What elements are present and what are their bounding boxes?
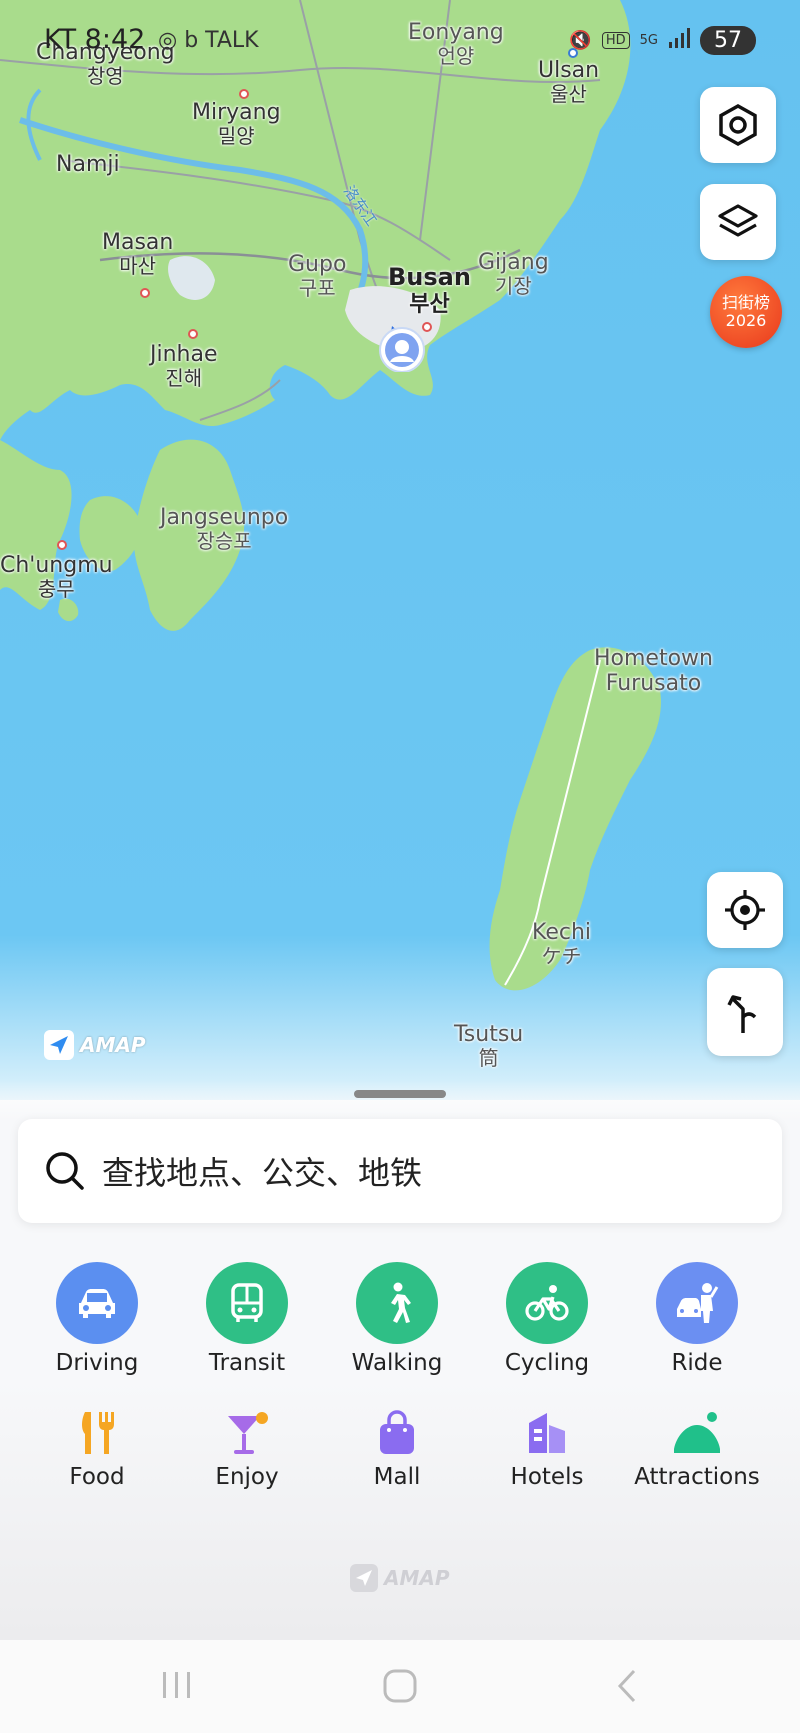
watermark-text: AMAP xyxy=(80,1033,146,1057)
promo-line2: 2026 xyxy=(725,311,767,330)
amap-footer-logo-icon xyxy=(350,1564,378,1592)
search-icon xyxy=(46,1152,84,1190)
map-label-gijang: Gijang 기장 xyxy=(478,250,549,299)
map-watermark: AMAP xyxy=(44,1030,146,1060)
amap-footer: AMAP xyxy=(350,1564,450,1592)
hd-icon: HD xyxy=(601,32,630,49)
attractions-icon xyxy=(672,1408,722,1458)
search-bar[interactable]: 查找地点、公交、地铁 xyxy=(18,1119,782,1223)
cocktail-icon xyxy=(222,1408,272,1458)
map-label-kechi: Kechi ケチ xyxy=(532,920,592,969)
hexagon-settings-icon xyxy=(719,103,757,147)
map-label-gupo: Gupo 구포 xyxy=(288,252,347,301)
layers-icon xyxy=(718,204,758,237)
battery-indicator: 57 xyxy=(700,26,756,55)
attractions-label: Attractions xyxy=(634,1464,760,1490)
route-button[interactable] xyxy=(707,968,783,1056)
map-label-jangseunpo: Jangseunpo 장승포 xyxy=(160,505,289,554)
mute-icon: 🔇 xyxy=(569,30,592,51)
categories-row: Food Enjoy Mall Hotels Attractions xyxy=(0,1408,800,1508)
map-label-chungmu: Ch'ungmu 충무 xyxy=(0,553,113,602)
ride-button[interactable]: Ride xyxy=(622,1262,772,1376)
driving-button[interactable]: Driving xyxy=(22,1262,172,1376)
walking-button[interactable]: Walking xyxy=(322,1262,472,1376)
shopping-bag-icon xyxy=(372,1408,422,1458)
hotel-icon xyxy=(522,1408,572,1458)
ride-label: Ride xyxy=(671,1350,723,1376)
route-arrow-icon xyxy=(727,995,757,1033)
network-icon: 5G xyxy=(639,33,658,48)
status-time: KT 8:42 xyxy=(44,24,146,55)
map-label-hometown: Hometown Furusato xyxy=(594,646,713,697)
settings-button[interactable] xyxy=(700,87,776,163)
map-label-ulsan: Ulsan 울산 xyxy=(538,58,600,107)
ride-icon xyxy=(656,1262,738,1344)
locate-me-button[interactable] xyxy=(707,872,783,948)
mall-button[interactable]: Mall xyxy=(322,1408,472,1490)
enjoy-label: Enjoy xyxy=(215,1464,279,1490)
map-view[interactable] xyxy=(0,0,800,1100)
walking-label: Walking xyxy=(351,1350,443,1376)
back-button[interactable] xyxy=(612,1668,642,1708)
map-label-miryang: Miryang 밀양 xyxy=(192,100,281,149)
transit-label: Transit xyxy=(208,1350,286,1376)
sheet-drag-handle[interactable] xyxy=(354,1090,446,1098)
layers-button[interactable] xyxy=(700,184,776,260)
system-nav-bar xyxy=(0,1640,800,1733)
status-right: 🔇 HD 5G 57 xyxy=(569,26,756,55)
bus-icon xyxy=(206,1262,288,1344)
attractions-button[interactable]: Attractions xyxy=(622,1408,772,1490)
promo-badge[interactable]: 扫街榜 2026 xyxy=(710,276,782,348)
cycling-icon xyxy=(506,1262,588,1344)
food-button[interactable]: Food xyxy=(22,1408,172,1490)
amap-logo-icon xyxy=(44,1030,74,1060)
map-label-masan: Masan 마산 xyxy=(102,230,174,279)
walking-icon xyxy=(356,1262,438,1344)
promo-line1: 扫街榜 xyxy=(721,292,770,312)
recent-apps-icon xyxy=(163,1672,190,1698)
map-label-namji: Namji xyxy=(56,152,120,177)
driving-label: Driving xyxy=(55,1350,139,1376)
crosshair-icon xyxy=(725,890,765,930)
notification-icons: ◎ b TALK xyxy=(158,28,259,53)
map-label-jinhae: Jinhae 진해 xyxy=(150,342,218,391)
car-icon xyxy=(56,1262,138,1344)
map-label-busan: Busan 부산 xyxy=(388,263,471,317)
footer-brand: AMAP xyxy=(384,1566,450,1590)
cycling-button[interactable]: Cycling xyxy=(472,1262,622,1376)
user-location-marker[interactable] xyxy=(376,320,428,373)
food-label: Food xyxy=(69,1464,125,1490)
transit-button[interactable]: Transit xyxy=(172,1262,322,1376)
transport-row: Driving Transit Walking Cycling Ride xyxy=(0,1262,800,1382)
hotels-button[interactable]: Hotels xyxy=(472,1408,622,1490)
cycling-label: Cycling xyxy=(504,1350,590,1376)
food-icon xyxy=(72,1408,122,1458)
recent-apps-button[interactable] xyxy=(160,1668,194,1706)
signal-icon xyxy=(668,28,690,53)
hotels-label: Hotels xyxy=(510,1464,584,1490)
map-label-tsutsu: Tsutsu 筒 xyxy=(454,1022,524,1071)
back-chevron-icon xyxy=(617,1669,636,1703)
mall-label: Mall xyxy=(373,1464,421,1490)
home-button[interactable] xyxy=(382,1668,418,1708)
enjoy-button[interactable]: Enjoy xyxy=(172,1408,322,1490)
search-placeholder: 查找地点、公交、地铁 xyxy=(102,1154,423,1192)
status-bar: KT 8:42 ◎ b TALK 🔇 HD 5G 57 xyxy=(0,20,800,64)
home-icon xyxy=(383,1669,417,1703)
